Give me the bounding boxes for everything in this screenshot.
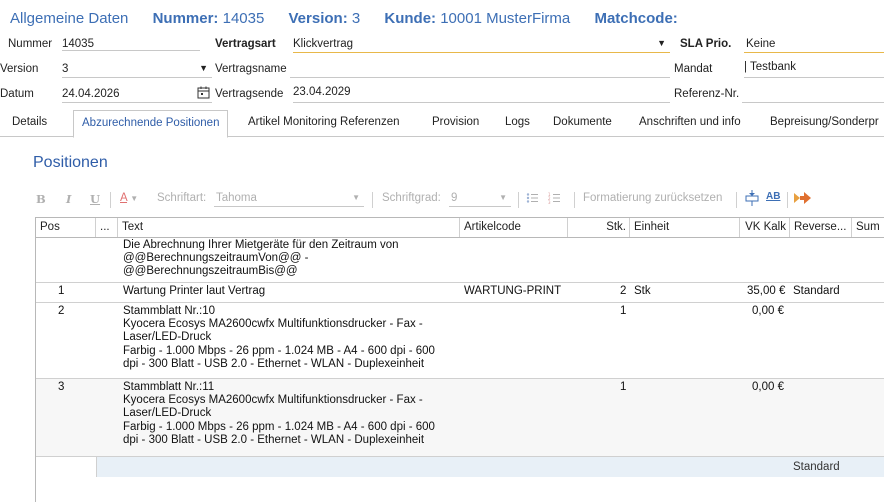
svg-text:3: 3 (548, 200, 551, 204)
datum-field[interactable]: 24.04.2026 (62, 86, 212, 103)
tab-details[interactable]: Details (12, 110, 47, 135)
row-vk-kalk: 0,00 € (752, 305, 784, 317)
font-color-button[interactable]: A ▼ (120, 192, 138, 204)
tab-abzurechnende-positionen[interactable]: Abzurechnende Positionen (73, 110, 229, 138)
col-header-pos[interactable]: Pos (36, 218, 96, 237)
row-stk: 1 (620, 381, 627, 393)
nummer-field[interactable]: 14035 (62, 38, 200, 51)
nummer-title-label: Nummer: (152, 10, 219, 27)
vertragsname-label: Vertragsname (215, 63, 287, 75)
table-row[interactable]: Die Abrechnung Ihrer Mietgeräte für den … (36, 237, 884, 283)
vertragsart-label: Vertragsart (215, 38, 276, 50)
chevron-down-icon: ▼ (499, 193, 507, 202)
vertragsende-field[interactable]: 23.04.2029 (293, 86, 670, 103)
font-select[interactable]: Tahoma ▼ (214, 190, 364, 207)
vertragsart-value: Klickvertrag (293, 38, 354, 50)
col-header-einheit[interactable]: Einheit (630, 218, 740, 237)
row-text: Stammblatt Nr.:11 Kyocera Ecosys MA2600cw… (123, 381, 435, 446)
font-label: Schriftart: (157, 192, 207, 204)
table-row[interactable]: 3 Stammblatt Nr.:11 Kyocera Ecosys MA2600… (36, 379, 884, 457)
tab-logs[interactable]: Logs (505, 110, 530, 135)
vertragsname-field[interactable] (290, 61, 670, 78)
tab-bar: Details Abzurechnende Positionen Artikel… (0, 110, 884, 138)
referenz-field[interactable] (742, 86, 884, 103)
font-value: Tahoma (216, 192, 257, 204)
editor-toolbar: B I U A ▼ Schriftart: Tahoma ▼ Schriftgr… (36, 190, 884, 210)
nummer-label: Nummer (8, 38, 53, 50)
matchcode-title-label: Matchcode: (594, 10, 678, 27)
size-value: 9 (451, 192, 458, 204)
row-text: Die Abrechnung Ihrer Mietgeräte für den … (123, 239, 399, 278)
version-label: Version (0, 63, 39, 75)
spellcheck-icon[interactable]: AB (766, 191, 780, 202)
kunde-title-value: 10001 MusterFirma (440, 10, 571, 27)
underline-button[interactable]: U (90, 192, 100, 206)
tab-artikel-monitoring[interactable]: Artikel Monitoring Referenzen (248, 110, 400, 135)
grid-header: Pos ... Text Artikelcode Stk. Einheit VK… (36, 217, 884, 238)
bullet-list-icon[interactable] (526, 192, 538, 207)
size-select[interactable]: 9 ▼ (449, 190, 511, 207)
version-value: 3 (62, 63, 69, 75)
datum-value: 24.04.2026 (62, 88, 120, 100)
table-row[interactable]: 2 Stammblatt Nr.:10 Kyocera Ecosys MA2600… (36, 303, 884, 379)
table-row[interactable]: 1 Wartung Printer laut Vertrag WARTUNG-P… (36, 283, 884, 303)
col-header-sum[interactable]: Sum (852, 218, 884, 237)
row-stk: 2 (620, 285, 627, 297)
row-pos: 3 (58, 381, 65, 393)
tab-anschriften[interactable]: Anschriften und info (639, 110, 741, 135)
insert-row-icon[interactable] (744, 190, 760, 209)
kunde-title-label: Kunde: (384, 10, 437, 27)
arrow-right-icon[interactable] (794, 191, 812, 208)
reset-format-button[interactable]: Formatierung zurücksetzen (583, 192, 722, 204)
row-text: Wartung Printer laut Vertrag (123, 285, 266, 297)
bold-button[interactable]: B (36, 192, 46, 206)
row-artikelcode: WARTUNG-PRINT (464, 285, 562, 297)
row-reverse: Standard (793, 285, 840, 297)
new-row[interactable]: Standard (36, 457, 884, 477)
sla-label: SLA Prio. (680, 38, 732, 50)
tab-provision[interactable]: Provision (432, 110, 479, 135)
row-text: Stammblatt Nr.:10 Kyocera Ecosys MA2600cw… (123, 305, 435, 370)
page-title: Allgemeine Daten (10, 10, 129, 27)
row-pos: 2 (58, 305, 65, 317)
sla-select[interactable]: Keine (744, 36, 884, 53)
size-label: Schriftgrad: (382, 192, 441, 204)
version-select[interactable]: 3 ▼ (62, 61, 212, 78)
version-title-value: 3 (351, 10, 361, 27)
row-vk-kalk: 35,00 € (747, 285, 786, 297)
title-bar: Allgemeine Daten Nummer: 14035 Version: … (10, 10, 678, 27)
col-header-more[interactable]: ... (96, 218, 118, 237)
row-pos: 1 (58, 285, 65, 297)
calendar-icon[interactable] (197, 86, 210, 102)
chevron-down-icon[interactable]: ▼ (199, 63, 208, 73)
chevron-down-icon: ▼ (352, 193, 360, 202)
referenz-label: Referenz-Nr. (674, 88, 740, 100)
new-row-reverse: Standard (793, 461, 840, 473)
sla-value: Keine (746, 38, 776, 50)
vertragsende-label: Vertragsende (215, 88, 284, 100)
section-title: Positionen (33, 154, 108, 171)
col-header-reverse[interactable]: Reverse... (790, 218, 852, 237)
positions-grid: Pos ... Text Artikelcode Stk. Einheit VK… (35, 217, 884, 502)
text-color-icon: A (120, 192, 128, 204)
numbered-list-icon[interactable]: 123 (548, 192, 560, 207)
col-header-artikelcode[interactable]: Artikelcode (460, 218, 568, 237)
col-header-stk[interactable]: Stk. (568, 218, 630, 237)
vertragsart-select[interactable]: Klickvertrag ▼ (293, 36, 670, 53)
tab-dokumente[interactable]: Dokumente (553, 110, 612, 135)
col-header-vk-kalk[interactable]: VK Kalk (740, 218, 790, 237)
chevron-down-icon[interactable]: ▼ (657, 38, 666, 48)
row-stk: 1 (620, 305, 627, 317)
mandat-label: Mandat (674, 63, 713, 75)
row-einheit: Stk (634, 285, 651, 297)
tab-bepreisung[interactable]: Bepreisung/Sonderpr (770, 110, 879, 135)
row-vk-kalk: 0,00 € (752, 381, 784, 393)
chevron-down-icon: ▼ (130, 194, 139, 203)
nummer-title-value: 14035 (222, 10, 265, 27)
version-title-label: Version: (288, 10, 348, 27)
mandat-field[interactable]: | Testbank (744, 61, 884, 78)
col-header-text[interactable]: Text (118, 218, 460, 237)
datum-label: Datum (0, 88, 34, 100)
italic-button[interactable]: I (66, 192, 71, 206)
